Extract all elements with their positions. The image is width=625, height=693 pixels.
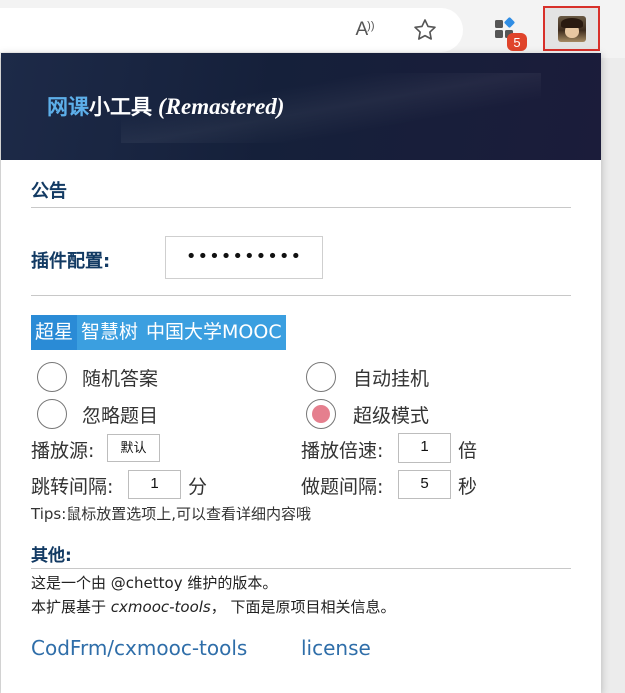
other-title: 其他: [31, 546, 72, 566]
jump-interval-label: 跳转间隔: [31, 476, 114, 498]
avatar [557, 15, 586, 42]
ignore-questions-label: 忽略题目 [82, 404, 159, 427]
option-ignore-questions[interactable]: 忽略题目 [37, 399, 158, 429]
random-answer-label: 随机答案 [82, 367, 159, 390]
repo-link[interactable]: CodFrm/cxmooc-tools [31, 636, 247, 660]
read-aloud-icon: A)) [355, 19, 375, 40]
extension-popup: 网课小工具 (Remastered) 公告 插件配置: •••••••••• 超星… [1, 53, 601, 693]
tab-zhihuishu[interactable]: 智慧树 [77, 315, 143, 350]
tab-icourse-mooc[interactable]: 中国大学MOOC [142, 315, 286, 350]
tab-chaoxing[interactable]: 超星 [31, 315, 78, 350]
other-line-2-suffix: ， 下面是原项目相关信息。 [210, 598, 396, 616]
config-password-input[interactable]: •••••••••• [165, 236, 323, 279]
play-source-label: 播放源: [31, 440, 95, 462]
play-speed-label: 播放倍速: [301, 440, 384, 462]
platform-tabs: 超星 智慧树 中国大学MOOC [31, 315, 286, 350]
other-line-2-project: cxmooc-tools [110, 598, 211, 616]
other-line-2-prefix: 本扩展基于 [31, 598, 111, 616]
play-speed-input[interactable]: 1 [398, 433, 451, 463]
divider [31, 207, 571, 208]
answer-interval-input[interactable]: 5 [398, 470, 451, 499]
play-source-select[interactable]: 默认 [107, 434, 160, 462]
star-icon [414, 19, 436, 40]
tips-text: Tips:鼠标放置选项上,可以查看详细内容哦 [31, 505, 312, 523]
option-auto-hang[interactable]: 自动挂机 [306, 362, 429, 392]
option-super-mode[interactable]: 超级模式 [306, 399, 429, 429]
divider [31, 295, 571, 296]
auto-hang-label: 自动挂机 [353, 367, 430, 390]
popup-title: 网课小工具 (Remastered) [47, 91, 284, 121]
config-label: 插件配置: [31, 251, 111, 272]
jump-interval-unit: 分 [188, 476, 208, 498]
answer-interval-label: 做题间隔: [301, 476, 384, 498]
popup-banner: 网课小工具 (Remastered) [1, 53, 601, 160]
super-mode-radio[interactable] [306, 399, 336, 429]
extension-count-badge: 5 [507, 33, 527, 51]
title-main: 小工具 [89, 95, 152, 119]
answer-interval-unit: 秒 [458, 476, 478, 498]
jump-interval-input[interactable]: 1 [128, 470, 181, 499]
license-link[interactable]: license [301, 636, 371, 660]
address-bar[interactable] [0, 8, 463, 52]
option-random-answer[interactable]: 随机答案 [37, 362, 158, 392]
other-line-2: 本扩展基于 cxmooc-tools， 下面是原项目相关信息。 [31, 596, 396, 617]
read-aloud-button[interactable]: A)) [347, 12, 383, 48]
title-highlight: 网课 [47, 95, 89, 119]
title-suffix: (Remastered) [158, 94, 285, 119]
announcement-title: 公告 [31, 181, 67, 202]
other-line-1: 这是一个由 @chettoy 维护的版本。 [31, 574, 278, 592]
random-answer-radio[interactable] [37, 362, 67, 392]
auto-hang-radio[interactable] [306, 362, 336, 392]
extension-avatar-button[interactable] [543, 6, 600, 51]
browser-toolbar: A)) 5 [0, 0, 625, 58]
ignore-questions-radio[interactable] [37, 399, 67, 429]
divider [31, 568, 571, 569]
favorite-button[interactable] [407, 12, 443, 48]
super-mode-label: 超级模式 [353, 404, 430, 427]
play-speed-unit: 倍 [458, 440, 478, 462]
